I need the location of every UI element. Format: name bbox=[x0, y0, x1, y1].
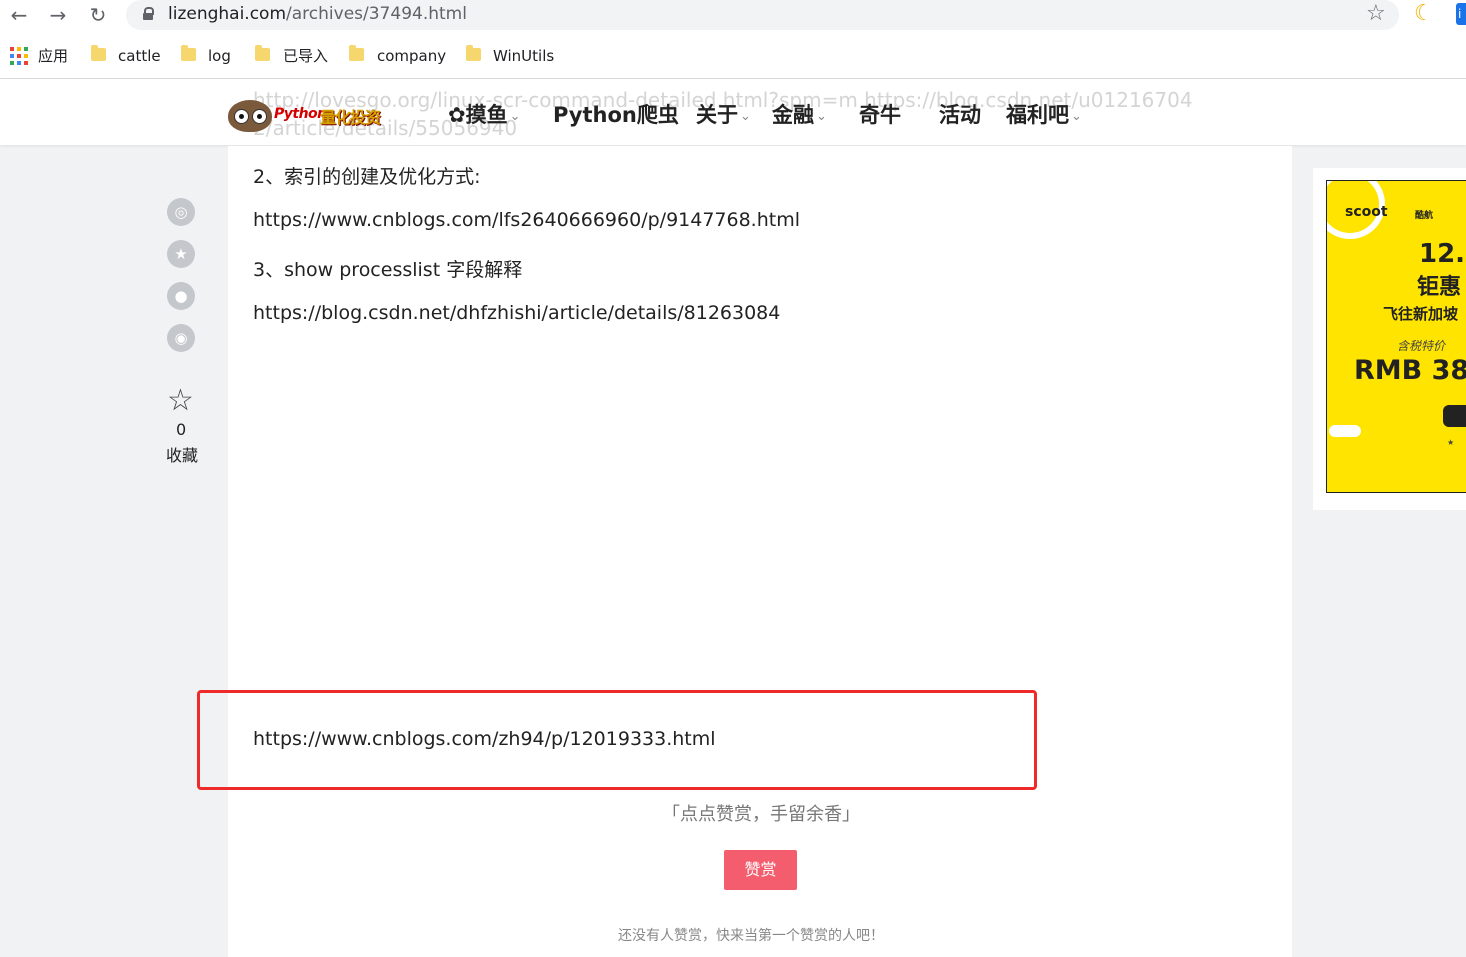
bookmark-winutils[interactable]: WinUtils bbox=[493, 42, 554, 70]
bookmark-log[interactable]: log bbox=[208, 42, 231, 70]
bookmark-company[interactable]: company bbox=[377, 42, 446, 70]
scoot-ad-banner[interactable]: scoot 酷航 12. 钜惠 飞往新加坡 含税特价 RMB 388 ★ bbox=[1326, 180, 1466, 493]
ad-airline: 酷航 bbox=[1415, 211, 1434, 221]
nav-item-python-crawler[interactable]: Python爬虫 bbox=[553, 99, 679, 129]
folder-icon bbox=[349, 45, 364, 61]
folder-icon bbox=[91, 45, 106, 61]
lock-icon[interactable] bbox=[143, 7, 154, 20]
ad-brand: scoot bbox=[1345, 204, 1388, 220]
nav-item-welfare[interactable]: 福利吧 ⌄ bbox=[1006, 99, 1082, 129]
nav-item-finance[interactable]: 金融 ⌄ bbox=[772, 99, 827, 129]
cloud-icon bbox=[1329, 425, 1361, 437]
nav-item-qiniu[interactable]: 奇牛 bbox=[859, 99, 901, 129]
star-circle-icon[interactable]: ★ bbox=[167, 240, 195, 268]
moon-icon[interactable]: ☾ bbox=[1414, 1, 1434, 26]
chevron-down-icon: ⌄ bbox=[740, 108, 751, 124]
nav-item-moyu[interactable]: ✿摸鱼 ⌄ bbox=[448, 99, 521, 129]
bookmark-imported[interactable]: 已导入 bbox=[283, 42, 328, 70]
folder-icon bbox=[255, 45, 270, 61]
back-arrow-icon[interactable]: ← bbox=[6, 2, 32, 28]
ad-price: RMB 388 bbox=[1354, 355, 1466, 386]
bookmark-star-icon[interactable]: ☆ bbox=[1366, 1, 1386, 26]
chevron-down-icon: ⌄ bbox=[1071, 108, 1082, 124]
ad-footnote: ★ bbox=[1447, 438, 1455, 447]
bookmark-apps[interactable]: 应用 bbox=[38, 42, 68, 70]
nav-item-activity[interactable]: 活动 bbox=[939, 99, 981, 129]
favorite-count: 0 bbox=[176, 420, 187, 439]
folder-icon bbox=[466, 45, 481, 61]
reload-icon[interactable]: ↻ bbox=[85, 2, 111, 28]
bookmark-cattle[interactable]: cattle bbox=[118, 42, 161, 70]
reward-button[interactable]: 赞赏 bbox=[724, 850, 797, 890]
highlighted-link[interactable]: https://www.cnblogs.com/zh94/p/12019333.… bbox=[253, 728, 716, 750]
article-heading: 2、索引的创建及优化方式: bbox=[253, 166, 481, 188]
weibo-icon[interactable]: ◉ bbox=[167, 324, 195, 352]
qq-icon[interactable]: ● bbox=[167, 282, 195, 310]
chevron-down-icon: ⌄ bbox=[816, 108, 827, 124]
folder-icon bbox=[181, 45, 196, 61]
nav-item-about[interactable]: 关于 ⌄ bbox=[696, 99, 751, 129]
url-text[interactable]: lizenghai.com/archives/37494.html bbox=[168, 4, 467, 24]
ad-date: 12. bbox=[1419, 239, 1466, 269]
article-heading: 3、show processlist 字段解释 bbox=[253, 259, 523, 281]
article-link[interactable]: https://blog.csdn.net/dhfzhishi/article/… bbox=[253, 302, 780, 324]
site-header: http://lovesgo.org/linux-scr-command-det… bbox=[0, 79, 1466, 145]
ad-subtitle: 含税特价 bbox=[1397, 339, 1446, 353]
browser-chrome: ← → ↻ lizenghai.com/archives/37494.html … bbox=[0, 0, 1466, 79]
favorite-label[interactable]: 收藏 bbox=[166, 442, 198, 466]
forward-arrow-icon[interactable]: → bbox=[45, 2, 71, 28]
owl-logo-icon bbox=[228, 100, 272, 132]
favorite-star-icon[interactable]: ☆ bbox=[167, 383, 194, 418]
ad-cta-button[interactable] bbox=[1443, 405, 1466, 427]
apps-grid-icon[interactable] bbox=[10, 47, 28, 65]
reward-quote: 「点点赞赏，手留余香」 bbox=[662, 804, 860, 825]
article-link[interactable]: https://www.cnblogs.com/lfs2640666960/p/… bbox=[253, 209, 800, 231]
ad-destination: 飞往新加坡 bbox=[1383, 305, 1459, 323]
extension-icon[interactable]: i bbox=[1456, 3, 1466, 25]
chevron-down-icon: ⌄ bbox=[509, 108, 521, 124]
site-logo[interactable]: Python 量化投资 bbox=[228, 98, 388, 134]
wechat-icon[interactable]: ◎ bbox=[167, 198, 195, 226]
ad-headline: 钜惠 bbox=[1417, 275, 1462, 300]
reward-note: 还没有人赞赏，快来当第一个赞赏的人吧！ bbox=[618, 928, 884, 944]
